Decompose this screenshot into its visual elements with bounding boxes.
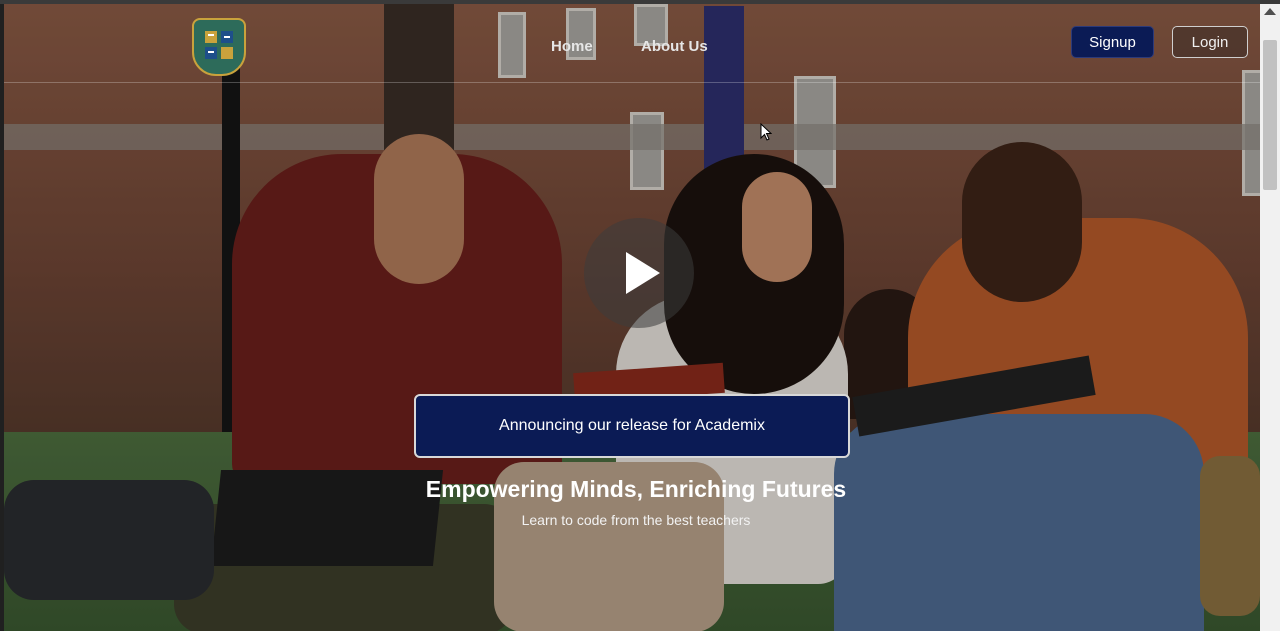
nav-about-us-link[interactable]: About Us — [641, 38, 708, 55]
hero-subheadline: Learn to code from the best teachers — [521, 512, 751, 528]
play-video-button[interactable] — [584, 218, 694, 328]
navbar-divider — [4, 82, 1260, 83]
login-button[interactable]: Login — [1172, 26, 1248, 58]
play-icon — [626, 252, 660, 294]
announcement-banner[interactable]: Announcing our release for Academix — [414, 394, 850, 458]
scroll-up-arrow-icon[interactable] — [1264, 8, 1276, 15]
brand-logo[interactable] — [192, 18, 246, 76]
hero-headline: Empowering Minds, Enriching Futures — [425, 476, 847, 502]
signup-button[interactable]: Signup — [1071, 26, 1154, 58]
mouse-cursor-icon — [760, 123, 772, 141]
nav-home-link[interactable]: Home — [551, 38, 593, 55]
announcement-text: Announcing our release for Academix — [499, 417, 765, 434]
academix-shield-logo-icon — [205, 31, 233, 59]
hero-background-photo: Home About Us Signup Login Announcing ou… — [4, 4, 1260, 631]
scrollbar-thumb[interactable] — [1263, 40, 1277, 190]
